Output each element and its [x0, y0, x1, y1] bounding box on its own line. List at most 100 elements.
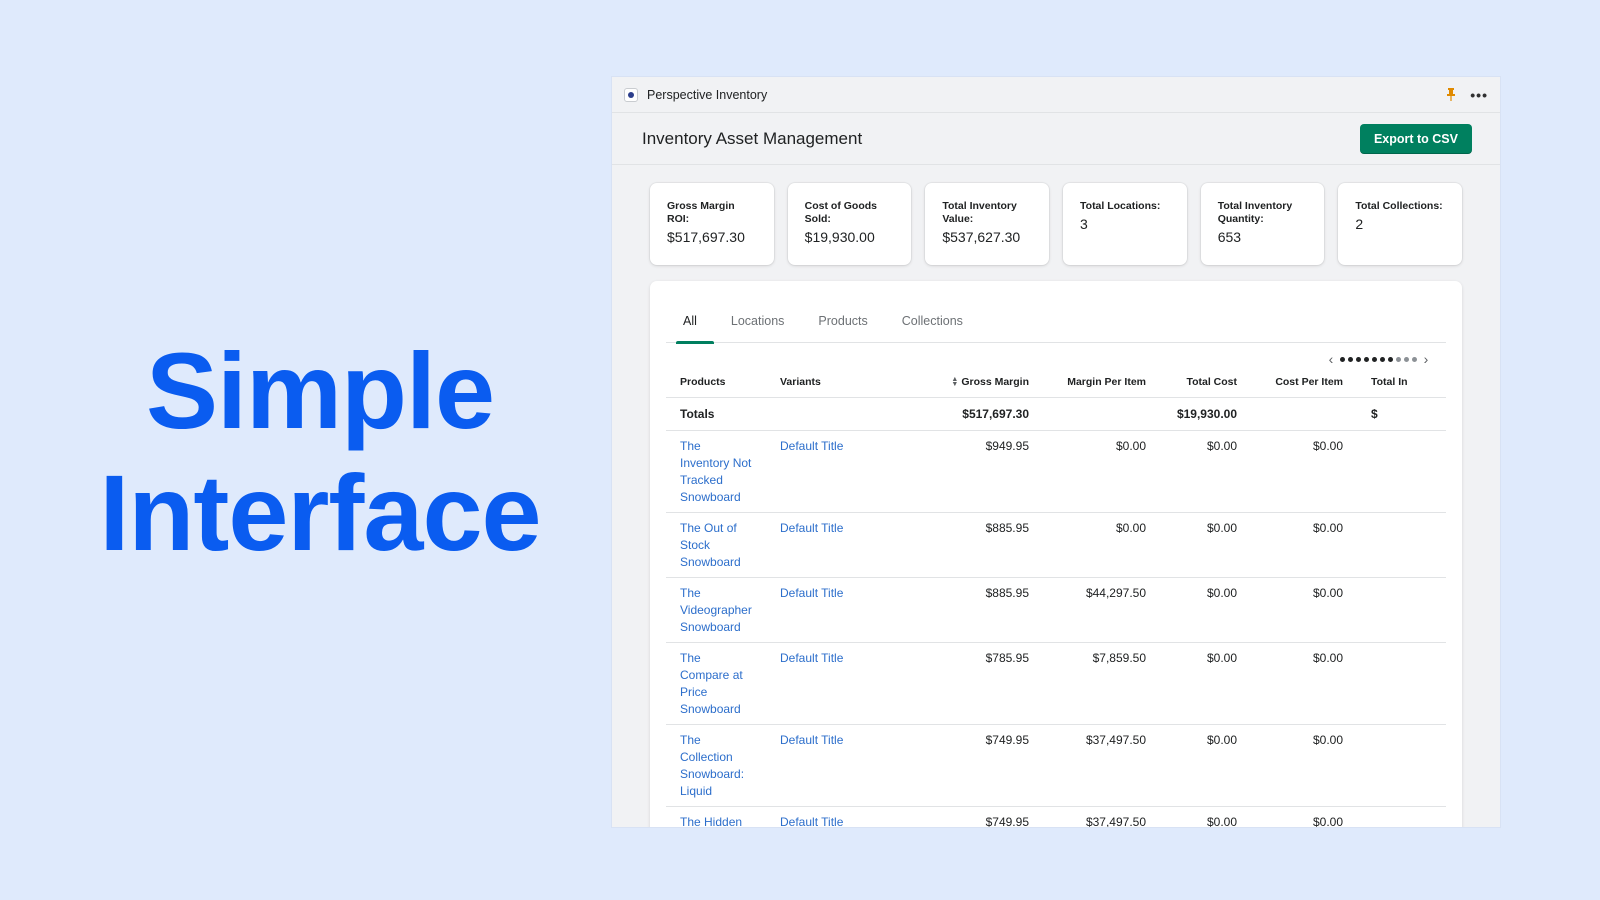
product-link[interactable]: The Out of Stock Snowboard — [680, 521, 741, 569]
cell-total-cost: $0.00 — [1160, 512, 1251, 578]
stat-label: Cost of Goods Sold: — [804, 200, 877, 225]
tab-locations[interactable]: Locations — [714, 305, 802, 343]
data-panel: All Locations Products Collections ‹ › P… — [650, 281, 1462, 827]
inventory-table: Products Variants ▲ ▼ Gross Margin Margin … — [666, 367, 1446, 827]
cell-margin-per-item: $37,497.50 — [1043, 724, 1160, 807]
totals-row: Totals $517,697.30 $19,930.00 $ — [666, 397, 1446, 431]
stat-value: $517,697.30 — [667, 229, 745, 245]
pager-dot[interactable] — [1412, 356, 1417, 362]
pager-dot[interactable] — [1372, 356, 1377, 362]
cell-margin-per-item: $44,297.50 — [1043, 577, 1160, 643]
cell-margin-per-item: $0.00 — [1043, 430, 1160, 513]
cell-gross-margin: $785.95 — [896, 642, 1043, 725]
cell-total-cost: $0.00 — [1160, 642, 1251, 725]
table-row: The Inventory Not Tracked Snowboard Defa… — [666, 430, 1446, 513]
stat-card-locations: Total Locations: 3 — [1063, 183, 1187, 265]
pager-dot[interactable] — [1388, 356, 1393, 362]
app-titlebar: Perspective Inventory ••• — [612, 77, 1500, 113]
stat-card-cogs: Cost of Goods Sold: $19,930.00 — [787, 183, 912, 265]
product-link[interactable]: The Hidden Snowboard — [680, 815, 742, 828]
stat-value: $537,627.30 — [942, 229, 1021, 245]
stat-label: Total Collections: — [1355, 200, 1443, 212]
tab-products[interactable]: Products — [801, 305, 884, 343]
tab-collections[interactable]: Collections — [885, 305, 980, 343]
stat-label: Total Locations: — [1080, 200, 1161, 212]
pager-dot[interactable] — [1380, 356, 1385, 362]
cell-total-cost: $0.00 — [1160, 577, 1251, 643]
more-icon[interactable]: ••• — [1470, 88, 1488, 102]
pager-dot[interactable] — [1364, 356, 1369, 362]
product-link[interactable]: The Collection Snowboard: Liquid — [680, 733, 744, 798]
variant-link[interactable]: Default Title — [780, 815, 843, 828]
product-link[interactable]: The Videographer Snowboard — [680, 586, 752, 634]
totals-total-cost: $19,930.00 — [1160, 397, 1251, 431]
stat-label: Total Inventory Value: — [942, 200, 1017, 225]
table-row: The Out of Stock Snowboard Default Title… — [666, 512, 1446, 578]
column-header-margin-per-item[interactable]: Margin Per Item — [1043, 367, 1160, 398]
app-name: Perspective Inventory — [647, 87, 768, 102]
cell-cost-per-item: $0.00 — [1251, 724, 1357, 807]
page-title: Inventory Asset Management — [642, 128, 863, 148]
cell-gross-margin: $885.95 — [896, 577, 1043, 643]
chevron-left-icon[interactable]: ‹ — [1325, 351, 1337, 367]
sort-icon: ▲ ▼ — [951, 375, 959, 388]
app-window: Perspective Inventory ••• Inventory Asse… — [612, 77, 1500, 827]
product-link[interactable]: The Compare at Price Snowboard — [680, 651, 743, 716]
pin-icon[interactable] — [1444, 88, 1458, 102]
tab-bar: All Locations Products Collections — [666, 305, 1446, 344]
cell-total-cost: $0.00 — [1160, 430, 1251, 513]
variant-link[interactable]: Default Title — [780, 521, 843, 535]
cell-cost-per-item: $0.00 — [1251, 512, 1357, 578]
column-header-gross-margin[interactable]: ▲ ▼ Gross Margin — [896, 367, 1043, 398]
totals-gross-margin: $517,697.30 — [896, 397, 1043, 431]
column-header-total-in[interactable]: Total In — [1357, 367, 1446, 398]
cell-margin-per-item: $37,497.50 — [1043, 806, 1160, 827]
pager-dot[interactable] — [1404, 356, 1409, 362]
export-csv-button[interactable]: Export to CSV — [1359, 123, 1472, 154]
variant-link[interactable]: Default Title — [780, 586, 843, 600]
cell-total-cost: $0.00 — [1160, 724, 1251, 807]
table-row: The Compare at Price Snowboard Default T… — [666, 642, 1446, 725]
cell-gross-margin: $949.95 — [896, 430, 1043, 513]
table-row: The Hidden Snowboard Default Title $749.… — [666, 806, 1446, 827]
cell-cost-per-item: $0.00 — [1251, 430, 1357, 513]
pager-dot[interactable] — [1396, 356, 1401, 362]
stat-value: 3 — [1080, 216, 1088, 232]
variant-link[interactable]: Default Title — [780, 439, 843, 453]
product-link[interactable]: The Inventory Not Tracked Snowboard — [680, 439, 751, 504]
totals-label: Totals — [666, 397, 766, 431]
chevron-right-icon[interactable]: › — [1420, 351, 1432, 367]
column-header-variants[interactable]: Variants — [766, 367, 896, 398]
cell-gross-margin: $749.95 — [896, 724, 1043, 807]
cell-cost-per-item: $0.00 — [1251, 642, 1357, 725]
pager-dot[interactable] — [1356, 356, 1361, 362]
cell-gross-margin: $749.95 — [896, 806, 1043, 827]
app-logo-icon — [624, 87, 638, 102]
table-row: The Videographer Snowboard Default Title… — [666, 577, 1446, 643]
variant-link[interactable]: Default Title — [780, 651, 843, 665]
stat-value: $19,930.00 — [804, 229, 875, 245]
stat-card-gross-margin-roi: Gross Margin ROI: $517,697.30 — [650, 183, 774, 265]
cell-margin-per-item: $0.00 — [1043, 512, 1160, 578]
hero-line-1: Simple — [145, 330, 495, 451]
totals-total-in: $ — [1357, 397, 1446, 431]
page-header: Inventory Asset Management Export to CSV — [612, 113, 1500, 165]
stat-card-collections: Total Collections: 2 — [1338, 183, 1463, 265]
pager-dot[interactable] — [1348, 356, 1353, 362]
column-header-products[interactable]: Products — [666, 367, 766, 398]
stat-card-inventory-value: Total Inventory Value: $537,627.30 — [925, 183, 1050, 265]
stats-row: Gross Margin ROI: $517,697.30 Cost of Go… — [612, 165, 1500, 265]
pager-dot[interactable] — [1340, 356, 1345, 362]
inventory-table-scroll[interactable]: Products Variants ▲ ▼ Gross Margin Margin … — [666, 367, 1446, 827]
stat-label: Gross Margin ROI: — [667, 200, 735, 225]
table-header-row: Products Variants ▲ ▼ Gross Margin Margin … — [666, 367, 1446, 398]
tab-all[interactable]: All — [666, 305, 714, 344]
cell-margin-per-item: $7,859.50 — [1043, 642, 1160, 725]
column-header-total-cost[interactable]: Total Cost — [1160, 367, 1251, 398]
variant-link[interactable]: Default Title — [780, 733, 843, 747]
column-pager: ‹ › — [1325, 351, 1432, 367]
stat-card-inventory-quantity: Total Inventory Quantity: 653 — [1200, 183, 1325, 265]
column-header-label: Gross Margin — [961, 375, 1029, 388]
cell-cost-per-item: $0.00 — [1251, 577, 1357, 643]
column-header-cost-per-item[interactable]: Cost Per Item — [1251, 367, 1357, 398]
